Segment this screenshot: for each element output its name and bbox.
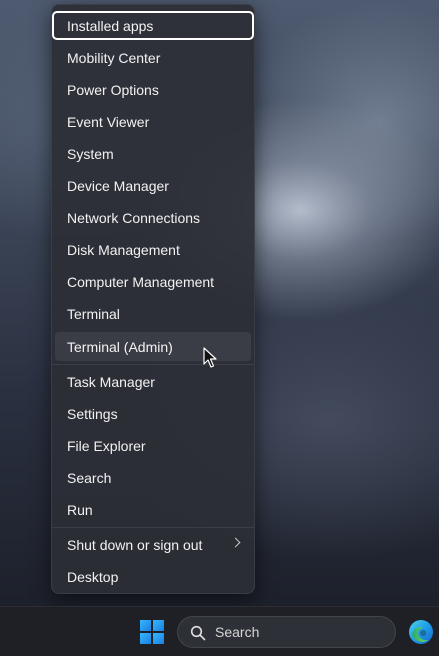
menu-item-task-manager[interactable]: Task Manager [55,367,251,396]
search-icon [190,625,206,641]
menu-item-label: Device Manager [67,177,169,194]
menu-separator [52,527,254,528]
menu-item-mobility-center[interactable]: Mobility Center [55,43,251,72]
menu-item-label: Terminal (Admin) [67,338,173,355]
mouse-pointer-icon [203,347,217,368]
menu-item-system[interactable]: System [55,139,251,168]
menu-item-device-manager[interactable]: Device Manager [55,171,251,200]
menu-item-label: System [67,145,114,162]
menu-item-label: Task Manager [67,373,155,390]
menu-item-disk-management[interactable]: Disk Management [55,235,251,264]
search-label: Search [215,624,260,640]
taskbar: Search [0,606,439,656]
menu-item-run[interactable]: Run [55,495,251,524]
menu-item-label: Settings [67,405,118,422]
edge-browser-icon[interactable] [408,619,434,645]
taskbar-search-box[interactable]: Search [177,616,396,648]
menu-item-shut-down-or-sign-out[interactable]: Shut down or sign out [55,530,251,559]
menu-item-desktop[interactable]: Desktop [55,562,251,591]
menu-item-label: Computer Management [67,273,215,290]
windows-logo-icon[interactable] [140,620,164,644]
menu-separator [52,364,254,365]
menu-item-label: Network Connections [67,209,201,226]
winx-context-menu: Installed apps Mobility Center Power Opt… [51,4,255,594]
menu-item-settings[interactable]: Settings [55,399,251,428]
menu-item-network-connections[interactable]: Network Connections [55,203,251,232]
menu-item-terminal[interactable]: Terminal [55,299,251,328]
menu-item-label: File Explorer [67,437,146,454]
menu-item-search[interactable]: Search [55,463,251,492]
menu-item-label: Mobility Center [67,49,161,66]
menu-item-terminal-admin[interactable]: Terminal (Admin) [55,332,251,361]
menu-item-label: Power Options [67,81,159,98]
menu-item-power-options[interactable]: Power Options [55,75,251,104]
menu-item-label: Event Viewer [67,113,150,130]
menu-item-label: Disk Management [67,241,180,258]
chevron-right-icon [230,537,241,548]
menu-item-label: Shut down or sign out [67,536,203,553]
menu-item-label: Run [67,501,93,518]
menu-item-label: Terminal [67,305,120,322]
menu-item-computer-management[interactable]: Computer Management [55,267,251,296]
menu-item-label: Desktop [67,568,119,585]
menu-item-file-explorer[interactable]: File Explorer [55,431,251,460]
menu-item-label: Installed apps [67,17,154,34]
menu-item-label: Search [67,469,112,486]
menu-item-installed-apps[interactable]: Installed apps [52,11,254,40]
menu-item-event-viewer[interactable]: Event Viewer [55,107,251,136]
